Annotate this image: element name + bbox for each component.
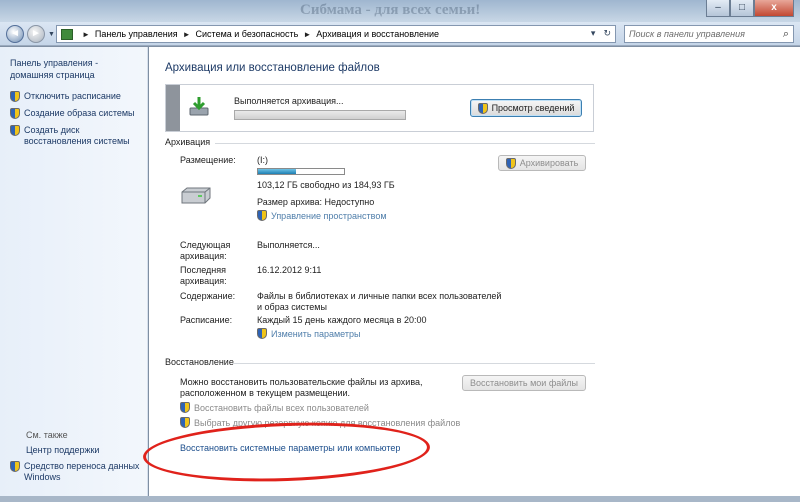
shield-icon <box>257 210 267 221</box>
next-backup-value: Выполняется... <box>257 240 320 250</box>
sidebar-item-label: Создание образа системы <box>24 108 135 118</box>
search-input[interactable]: Поиск в панели управления ⌕ <box>624 25 794 43</box>
breadcrumb-separator-icon[interactable]: ► <box>82 30 90 39</box>
shield-icon <box>180 402 190 413</box>
breadcrumb-system-security[interactable]: Система и безопасность <box>196 29 299 39</box>
shield-icon <box>10 91 20 102</box>
refresh-icon[interactable]: ↻ <box>603 28 611 39</box>
restore-all-users-link[interactable]: Восстановить файлы всех пользователей <box>180 402 369 413</box>
sidebar-item-action-center[interactable]: Центр поддержки <box>26 445 144 456</box>
search-placeholder: Поиск в панели управления <box>629 29 745 39</box>
sidebar-item-label: Создать диск восстановления системы <box>24 125 130 146</box>
sidebar-item-easy-transfer[interactable]: Средство переноса данных Windows <box>10 461 146 483</box>
control-panel-icon <box>61 28 73 40</box>
sidebar-item-label: Средство переноса данных Windows <box>24 461 140 482</box>
view-details-button[interactable]: Просмотр сведений <box>470 99 582 117</box>
next-backup-label: Следующая архивация: <box>180 240 231 261</box>
schedule-label: Расписание: <box>180 315 233 325</box>
schedule-value: Каждый 15 день каждого месяца в 20:00 <box>257 315 427 325</box>
archive-now-button[interactable]: Архивировать <box>498 155 586 171</box>
contents-value: Файлы в библиотеках и личные папки всех … <box>257 291 502 312</box>
window-title-bar: Сибмама - для всех семьи! – □ x <box>0 0 800 22</box>
restore-description: Можно восстановить пользовательские файл… <box>180 377 423 398</box>
history-dropdown-icon[interactable]: ▼ <box>48 31 55 38</box>
location-value: (I:) <box>257 155 268 165</box>
shield-icon <box>477 102 488 114</box>
close-button[interactable]: x <box>754 0 794 17</box>
shield-icon <box>10 461 20 472</box>
last-backup-value: 16.12.2012 9:11 <box>257 265 322 275</box>
maximize-button[interactable]: □ <box>730 0 754 17</box>
window-title: Сибмама - для всех семьи! <box>300 2 481 18</box>
manage-space-link[interactable]: Управление пространством <box>257 210 387 221</box>
address-bar[interactable]: ► Панель управления ► Система и безопасн… <box>56 25 616 43</box>
backup-progress-label: Выполняется архивация... <box>234 96 344 106</box>
sidebar-item-create-recovery-disc[interactable]: Создать диск восстановления системы <box>10 125 146 147</box>
sidebar-item-create-system-image[interactable]: Создание образа системы <box>10 108 146 119</box>
free-space-text: 103,12 ГБ свободно из 184,93 ГБ <box>257 180 395 190</box>
see-also-heading: См. также <box>26 430 68 440</box>
address-tail: ▾ ↻ <box>591 28 611 39</box>
minimize-button[interactable]: – <box>706 0 730 17</box>
back-button[interactable]: ◄ <box>6 25 24 43</box>
window-controls: – □ x <box>706 0 794 17</box>
breadcrumb-separator-icon[interactable]: ► <box>183 30 191 39</box>
change-settings-label: Изменить параметры <box>271 328 361 339</box>
backup-in-progress-icon <box>189 97 209 116</box>
address-dropdown-icon[interactable]: ▾ <box>591 28 596 39</box>
shield-icon <box>10 125 20 136</box>
breadcrumb-separator-icon[interactable]: ► <box>303 30 311 39</box>
sidebar-item-label: Отключить расписание <box>24 91 121 101</box>
contents-label: Содержание: <box>180 291 236 301</box>
breadcrumb-backup-restore[interactable]: Архивация и восстановление <box>316 29 439 39</box>
restore-my-files-label: Восстановить мои файлы <box>469 378 578 388</box>
last-backup-label: Последняя архивация: <box>180 265 227 286</box>
restore-my-files-button[interactable]: Восстановить мои файлы <box>462 375 586 391</box>
breadcrumb-control-panel[interactable]: Панель управления <box>95 29 178 39</box>
sidebar-item-disable-schedule[interactable]: Отключить расписание <box>10 91 146 102</box>
panel-stripe <box>166 85 180 131</box>
backup-progress-bar <box>234 110 406 120</box>
shield-icon <box>505 157 516 169</box>
view-details-label: Просмотр сведений <box>491 103 575 113</box>
backup-section-title: Архивация <box>165 137 211 147</box>
change-settings-link[interactable]: Изменить параметры <box>257 328 360 339</box>
archive-now-label: Архивировать <box>519 158 579 168</box>
restore-section-divider <box>233 363 595 364</box>
search-icon[interactable]: ⌕ <box>783 26 789 42</box>
sidebar-home-link[interactable]: Панель управления - домашняя страница <box>10 57 140 81</box>
page-title: Архивация или восстановление файлов <box>165 62 380 74</box>
shield-icon <box>10 108 20 119</box>
backup-section-divider <box>215 143 595 144</box>
restore-section-title: Восстановление <box>165 357 234 367</box>
window-bottom-edge <box>0 496 800 502</box>
drive-usage-fill <box>258 169 296 174</box>
restore-all-users-label: Восстановить файлы всех пользователей <box>194 402 369 413</box>
drive-icon <box>181 187 211 204</box>
sidebar-item-label: Центр поддержки <box>26 445 100 455</box>
shield-icon <box>180 417 190 428</box>
manage-space-label: Управление пространством <box>271 210 387 221</box>
backup-progress-panel: Выполняется архивация... Просмотр сведен… <box>165 84 594 132</box>
shield-icon <box>257 328 267 339</box>
location-label: Размещение: <box>180 155 236 165</box>
navigation-toolbar: ◄ ► ▼ ► Панель управления ► Система и бе… <box>0 22 800 46</box>
drive-usage-bar <box>257 168 345 175</box>
archive-size-text: Размер архива: Недоступно <box>257 197 375 207</box>
forward-button[interactable]: ► <box>27 25 45 43</box>
sidebar: Панель управления - домашняя страница От… <box>0 47 148 502</box>
